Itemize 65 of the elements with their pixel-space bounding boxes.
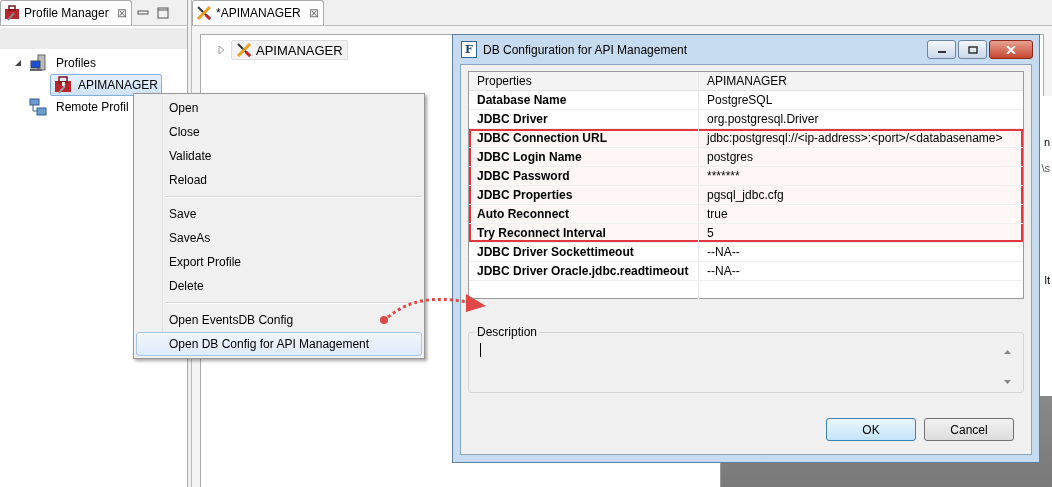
property-name: JDBC Driver — [469, 110, 699, 128]
minimize-button[interactable] — [927, 40, 956, 59]
menu-item[interactable]: Delete — [136, 274, 422, 298]
property-value[interactable]: 5 — [699, 224, 1023, 242]
toolbox-icon — [4, 5, 20, 21]
property-value[interactable]: --NA-- — [699, 262, 1023, 280]
menu-item[interactable]: Open DB Config for API Management — [136, 332, 422, 356]
menu-item[interactable]: Save — [136, 202, 422, 226]
property-name: Try Reconnect Interval — [469, 224, 699, 242]
close-icon — [1006, 45, 1016, 54]
property-value[interactable]: pgsql_jdbc.cfg — [699, 186, 1023, 204]
editor-tab[interactable]: *APIMANAGER ⊠ — [192, 0, 324, 25]
tab-label: Profile Manager — [24, 6, 109, 20]
property-name: JDBC Driver Sockettimeout — [469, 243, 699, 261]
maximize-icon — [967, 45, 978, 54]
close-icon[interactable]: ⊠ — [308, 6, 319, 20]
menu-item[interactable]: Validate — [136, 144, 422, 168]
property-name: JDBC Connection URL — [469, 129, 699, 147]
menu-item[interactable]: SaveAs — [136, 226, 422, 250]
column-header: APIMANAGER — [706, 73, 788, 90]
tree-item[interactable]: APIMANAGER — [231, 40, 348, 60]
property-name: Database Name — [469, 91, 699, 109]
property-value[interactable]: ******* — [699, 167, 1023, 185]
property-name: JDBC Properties — [469, 186, 699, 204]
menu-item[interactable]: Open — [136, 96, 422, 120]
expander-icon[interactable] — [14, 59, 24, 67]
partial-text: n — [1043, 136, 1050, 148]
property-value[interactable]: postgres — [699, 148, 1023, 166]
property-value[interactable]: --NA-- — [699, 243, 1023, 261]
scroll-down-icon[interactable] — [1002, 379, 1012, 385]
menu-item[interactable]: Close — [136, 120, 422, 144]
maximize-button[interactable] — [958, 40, 987, 59]
property-name: JDBC Password — [469, 167, 699, 185]
menu-item[interactable]: Reload — [136, 168, 422, 192]
property-value[interactable]: jdbc:postgresql://<ip-address>:<port>/<databasename> — [699, 129, 1023, 147]
property-name: Auto Reconnect — [469, 205, 699, 223]
window-title: DB Configuration for API Management — [483, 42, 689, 57]
tools-icon — [196, 5, 212, 21]
scroll-up-icon[interactable] — [1002, 349, 1012, 355]
tree-item[interactable]: Profiles — [52, 54, 100, 72]
close-button[interactable] — [989, 40, 1033, 59]
property-value[interactable]: true — [699, 205, 1023, 223]
property-value[interactable]: org.postgresql.Driver — [699, 110, 1023, 128]
tab-label: *APIMANAGER — [216, 6, 301, 20]
partial-text: lt — [1044, 274, 1050, 286]
column-header: Properties — [469, 72, 699, 90]
tree-item[interactable]: Remote Profil — [52, 98, 133, 116]
property-value[interactable]: PostgreSQL — [699, 91, 1023, 109]
property-name: JDBC Login Name — [469, 148, 699, 166]
toolbox-icon — [54, 76, 72, 94]
cancel-button[interactable]: Cancel — [924, 418, 1014, 441]
maximize-icon[interactable] — [155, 6, 170, 20]
tools-icon — [236, 42, 252, 58]
menu-item[interactable]: Export Profile — [136, 250, 422, 274]
computer-icon — [29, 54, 47, 72]
partial-text: \s — [1041, 162, 1050, 174]
ok-button[interactable]: OK — [826, 418, 916, 441]
panel-tab[interactable]: Profile Manager ⊠ — [0, 0, 132, 25]
property-name: JDBC Driver Oracle.jdbc.readtimeout — [469, 262, 699, 280]
group-label: Description — [476, 325, 539, 339]
menu-item[interactable]: Open EventsDB Config — [136, 308, 422, 332]
app-icon: F — [461, 41, 477, 58]
tree-item[interactable]: APIMANAGER — [50, 74, 162, 96]
close-icon[interactable]: ⊠ — [116, 6, 127, 20]
network-icon — [29, 98, 47, 116]
